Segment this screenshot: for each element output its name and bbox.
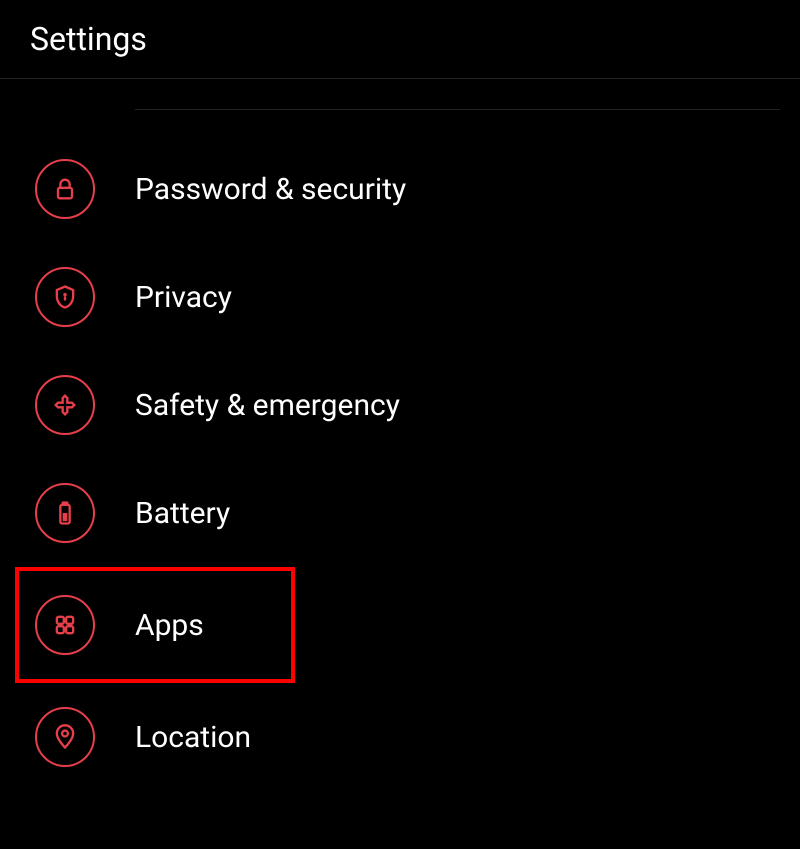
- shield-icon: [35, 267, 95, 327]
- medical-icon: [35, 375, 95, 435]
- settings-list: Password & security Privacy Safety & eme…: [0, 135, 800, 791]
- settings-item-label: Apps: [135, 608, 204, 643]
- settings-item-label: Safety & emergency: [135, 388, 400, 423]
- settings-item-label: Privacy: [135, 280, 232, 315]
- settings-item-safety-emergency[interactable]: Safety & emergency: [35, 351, 800, 459]
- settings-item-label: Battery: [135, 496, 230, 531]
- divider: [135, 109, 780, 110]
- settings-item-privacy[interactable]: Privacy: [35, 243, 800, 351]
- location-icon: [35, 707, 95, 767]
- settings-header: Settings: [0, 0, 800, 79]
- highlight-box: Apps: [15, 567, 295, 683]
- settings-item-battery[interactable]: Battery: [35, 459, 800, 567]
- page-title: Settings: [30, 20, 770, 58]
- settings-item-location[interactable]: Location: [35, 683, 800, 791]
- settings-item-password-security[interactable]: Password & security: [35, 135, 800, 243]
- lock-icon: [35, 159, 95, 219]
- settings-item-label: Password & security: [135, 172, 406, 207]
- settings-item-apps[interactable]: Apps: [35, 571, 291, 679]
- battery-icon: [35, 483, 95, 543]
- settings-item-label: Location: [135, 720, 251, 755]
- apps-icon: [35, 595, 95, 655]
